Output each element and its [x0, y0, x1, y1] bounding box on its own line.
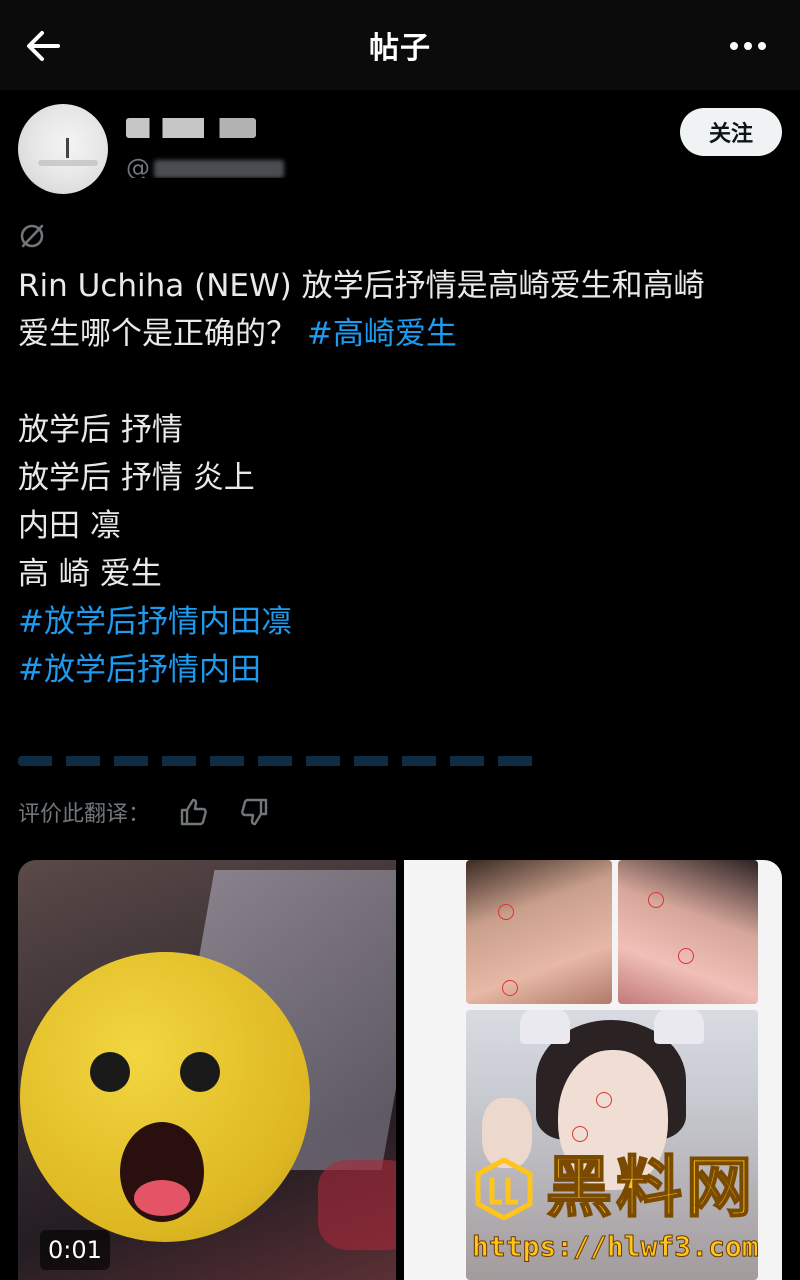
- author-row: @ 关注: [18, 104, 782, 196]
- media-grid: 0:01 黑料网 https://hlwf3.com: [18, 860, 782, 1280]
- shocked-emoji-sticker: [20, 952, 310, 1242]
- photo-closeup-1: [466, 860, 612, 1004]
- post-line-2: 爱生哪个是正确的？ #高崎爱生: [18, 316, 457, 352]
- avatar[interactable]: [18, 104, 108, 194]
- video-thumbnail[interactable]: 0:01: [18, 860, 396, 1280]
- thumbs-up-icon[interactable]: [178, 796, 210, 828]
- top-bar: 帖子: [0, 0, 800, 90]
- translated-globe-icon: [20, 224, 44, 248]
- watermark-logo-icon: [475, 1158, 533, 1220]
- watermark: 黑料网 https://hlwf3.com: [472, 1149, 774, 1270]
- rate-translation-row: 评价此翻译：: [18, 792, 270, 832]
- more-options-icon[interactable]: [726, 26, 770, 66]
- hashtag-link[interactable]: #高崎爱生: [307, 316, 457, 352]
- image-thumbnail[interactable]: 黑料网 https://hlwf3.com: [404, 860, 782, 1280]
- handle-prefix: @: [126, 154, 150, 178]
- rate-translation-label: 评价此翻译：: [18, 802, 151, 827]
- back-arrow-icon[interactable]: [22, 24, 66, 68]
- watermark-url: https://hlwf3.com: [472, 1230, 760, 1264]
- post-line-4: 放学后 抒情: [18, 412, 183, 448]
- post-line-6: 内田 凛: [18, 508, 121, 544]
- page-title: 帖子: [369, 31, 431, 66]
- post-line-5: 放学后 抒情 炎上: [18, 460, 255, 496]
- user-handle[interactable]: @: [126, 154, 296, 178]
- follow-button[interactable]: 关注: [680, 108, 782, 156]
- display-name-redacted[interactable]: [126, 118, 256, 138]
- video-timestamp: 0:01: [40, 1230, 110, 1270]
- post-line-7: 高 崎 爱生: [18, 556, 162, 592]
- hashtag-link[interactable]: #放学后抒情内田: [18, 646, 782, 694]
- watermark-title: 黑料网: [545, 1149, 756, 1227]
- post-text: Rin Uchiha (NEW) 放学后抒情是高崎爱生和高崎 爱生哪个是正确的？…: [18, 262, 782, 694]
- handle-redacted: [154, 160, 284, 178]
- hashtag-link[interactable]: #放学后抒情内田凛: [18, 598, 782, 646]
- photo-closeup-2: [618, 860, 758, 1004]
- thumbs-down-icon[interactable]: [238, 796, 270, 828]
- cut-off-text-line: [18, 756, 538, 766]
- post-line-1: Rin Uchiha (NEW) 放学后抒情是高崎爱生和高崎: [18, 268, 705, 304]
